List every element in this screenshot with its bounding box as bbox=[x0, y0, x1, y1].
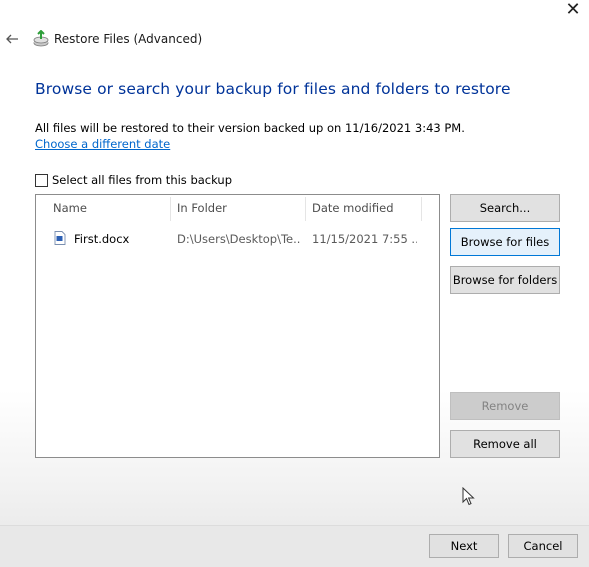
browse-folders-button[interactable]: Browse for folders bbox=[450, 266, 560, 294]
remove-button[interactable]: Remove bbox=[450, 392, 560, 420]
mouse-cursor-icon bbox=[462, 487, 475, 506]
select-all-label: Select all files from this backup bbox=[52, 173, 233, 187]
browse-files-button[interactable]: Browse for files bbox=[450, 228, 560, 256]
column-divider[interactable] bbox=[305, 197, 306, 221]
next-button[interactable]: Next bbox=[429, 534, 499, 558]
page-heading: Browse or search your backup for files a… bbox=[35, 80, 511, 98]
choose-date-link[interactable]: Choose a different date bbox=[35, 137, 170, 151]
file-folder: D:\Users\Desktop\Te... bbox=[177, 232, 301, 246]
dialog-footer bbox=[0, 525, 589, 567]
remove-all-button[interactable]: Remove all bbox=[450, 430, 560, 458]
column-header-name[interactable]: Name bbox=[53, 201, 87, 215]
close-button[interactable]: ✕ bbox=[563, 0, 583, 20]
backup-restore-icon bbox=[33, 29, 49, 47]
back-button[interactable] bbox=[5, 31, 21, 47]
column-header-folder[interactable]: In Folder bbox=[177, 201, 227, 215]
select-all-checkbox-row[interactable]: Select all files from this backup bbox=[35, 173, 232, 187]
restore-info-text: All files will be restored to their vers… bbox=[35, 121, 465, 135]
word-document-icon bbox=[54, 231, 66, 248]
column-divider[interactable] bbox=[170, 197, 171, 221]
app-icon bbox=[32, 29, 50, 48]
close-icon: ✕ bbox=[565, 0, 581, 20]
file-name: First.docx bbox=[74, 232, 130, 246]
file-date: 11/15/2021 7:55 ... bbox=[312, 232, 417, 246]
back-arrow-icon bbox=[6, 34, 18, 44]
cancel-button[interactable]: Cancel bbox=[508, 534, 578, 558]
search-button[interactable]: Search... bbox=[450, 194, 560, 222]
column-header-date[interactable]: Date modified bbox=[312, 201, 394, 215]
select-all-checkbox[interactable] bbox=[35, 173, 48, 187]
column-divider[interactable] bbox=[421, 197, 422, 221]
window-title: Restore Files (Advanced) bbox=[54, 32, 203, 46]
file-list[interactable]: Name In Folder Date modified First.docx … bbox=[35, 194, 440, 458]
